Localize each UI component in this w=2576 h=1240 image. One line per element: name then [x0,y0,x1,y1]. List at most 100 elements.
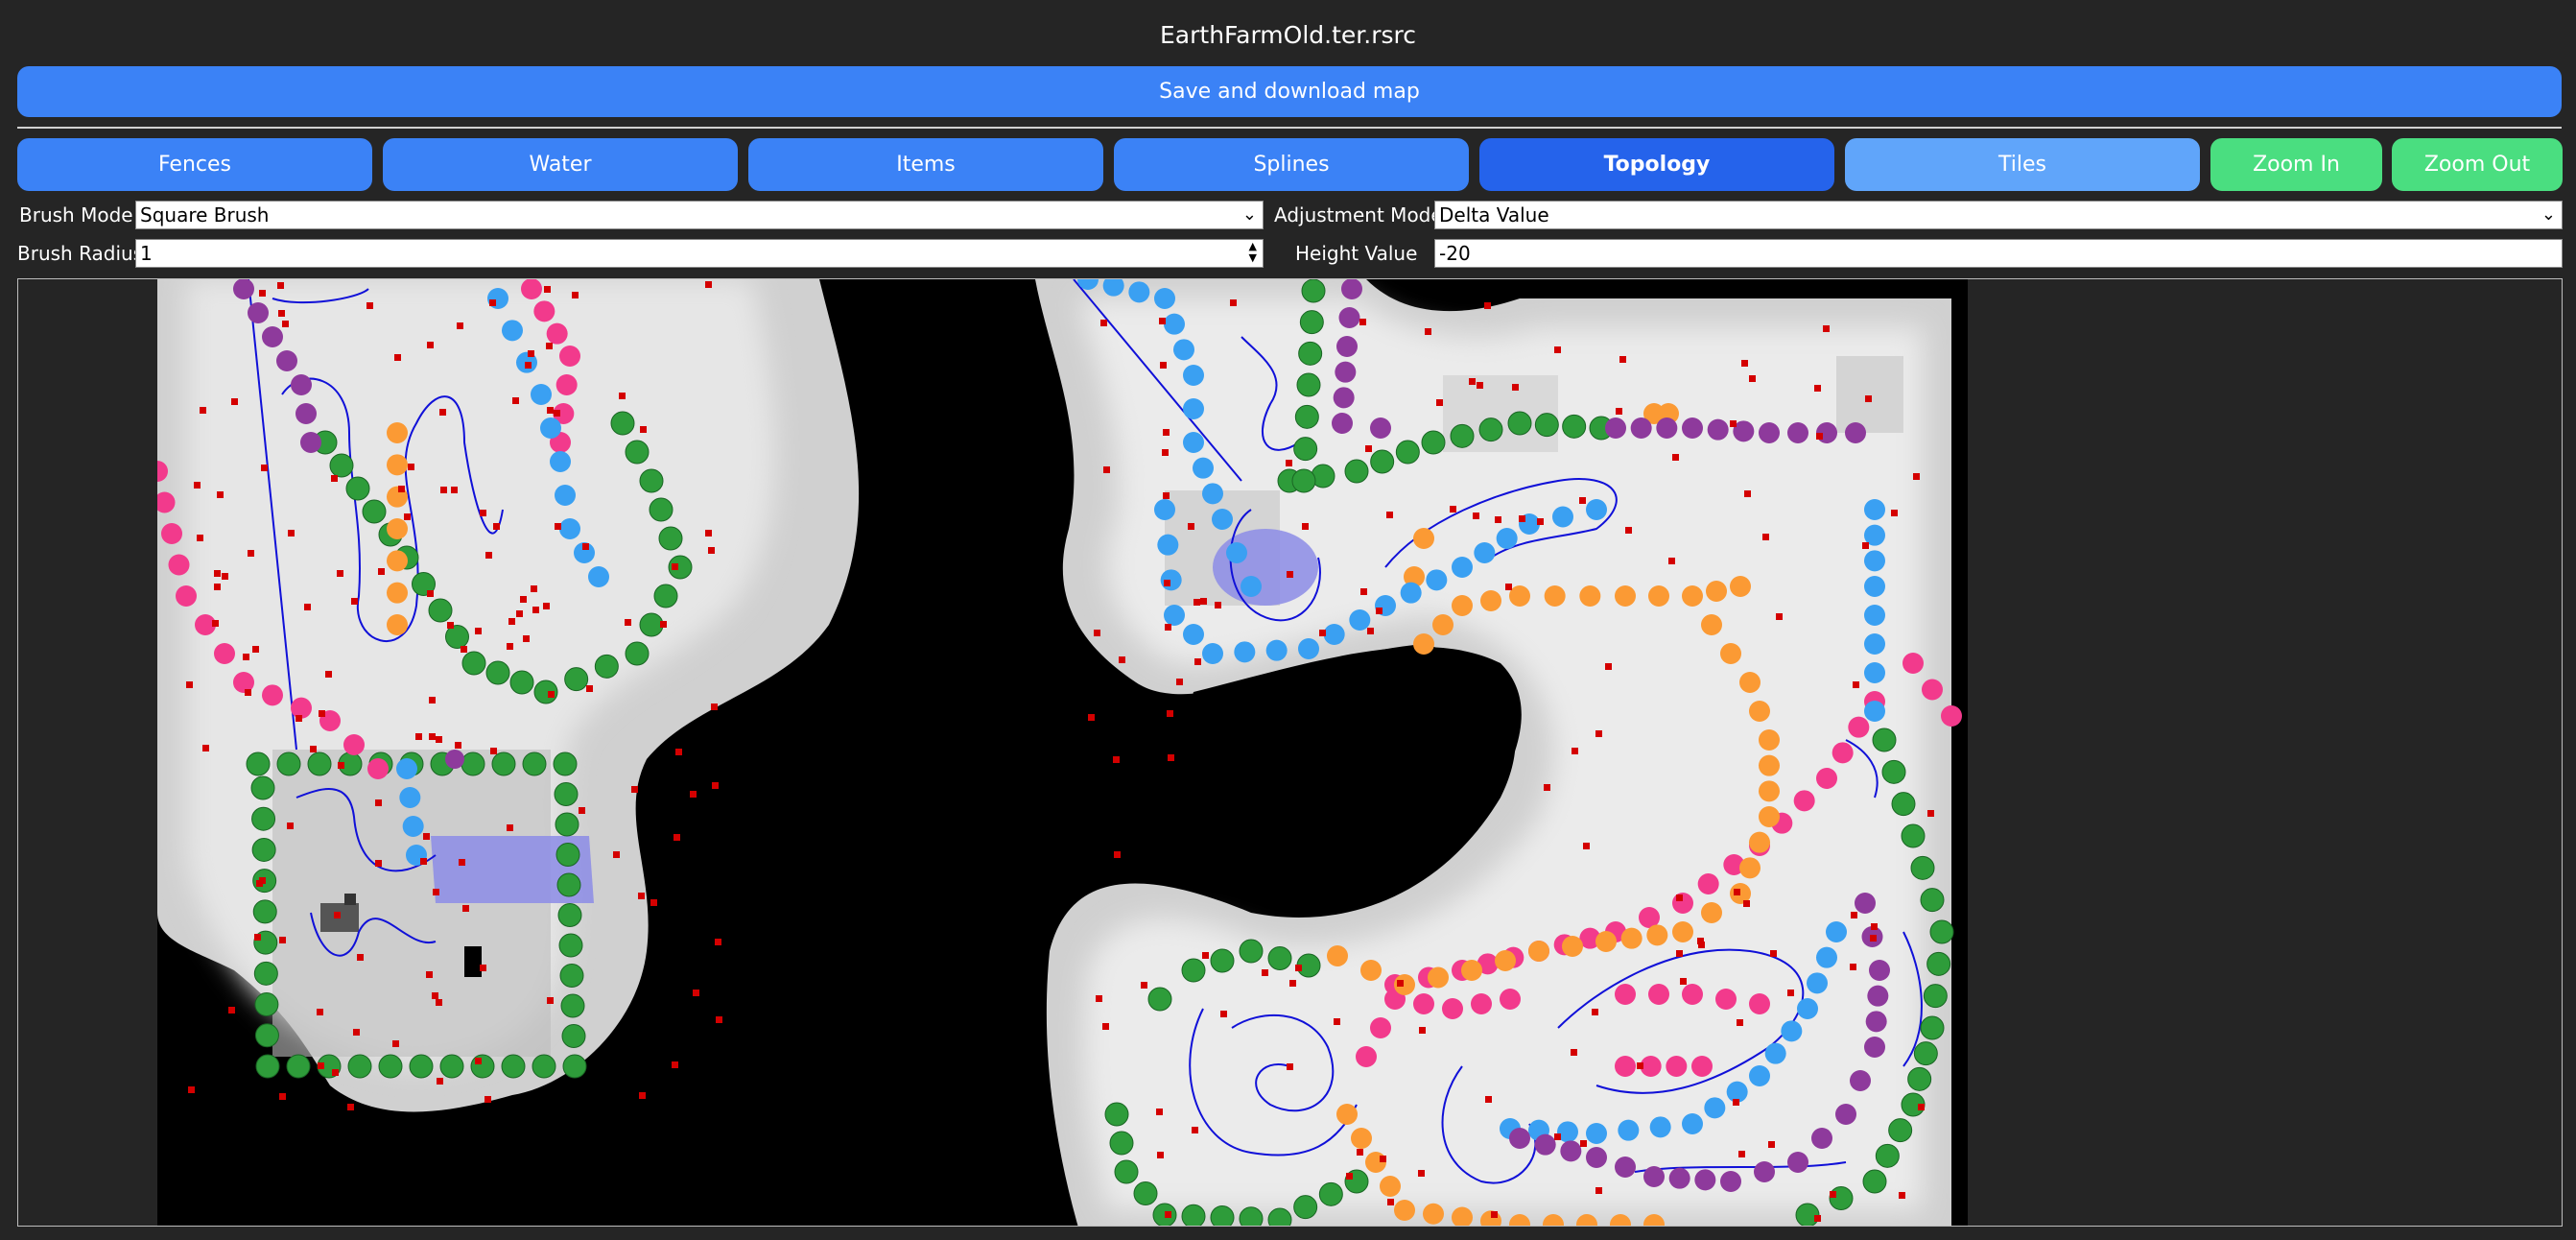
fence-post [252,899,277,924]
sky-node [1864,662,1885,683]
item-marker [475,1058,482,1064]
item-marker [1289,980,1296,987]
fence-post [1104,1102,1129,1127]
zoom-in-button[interactable]: Zoom In [2210,138,2382,191]
pink-node [176,585,197,607]
fence-post [653,584,678,608]
item-marker [1544,784,1550,791]
item-marker [638,893,645,899]
item-marker [1554,1133,1561,1140]
item-marker [543,603,550,609]
pink-node [533,300,555,322]
item-marker [660,621,667,628]
tab-topology[interactable]: Topology [1479,138,1834,191]
orange-node [1423,1203,1444,1225]
pink-node [367,758,389,779]
item-marker [1346,1173,1353,1180]
sky-node [555,485,576,506]
purple-node [1682,417,1703,439]
map-canvas[interactable] [17,278,2563,1227]
item-marker [1768,1141,1775,1148]
orange-node [1595,931,1617,952]
fence-post [1299,310,1324,335]
fence-post [1920,888,1945,913]
tab-splines[interactable]: Splines [1114,138,1469,191]
tab-water[interactable]: Water [383,138,738,191]
sky-node [1864,550,1885,572]
zoom-out-button[interactable]: Zoom Out [2392,138,2563,191]
item-marker [507,824,513,831]
pink-node [1816,768,1837,789]
purple-node [248,302,269,323]
sky-node [1797,998,1818,1019]
stepper-arrows-icon[interactable]: ▲ ▼ [1249,241,1257,264]
item-marker [459,859,465,866]
item-marker [480,510,486,516]
fence-post [1829,1186,1854,1210]
tab-items[interactable]: Items [748,138,1103,191]
save-download-button[interactable]: Save and download map [17,66,2562,117]
item-marker [1360,588,1367,595]
item-marker [433,889,439,895]
sky-node [1173,339,1194,361]
item-marker [1579,497,1586,504]
item-marker [1113,756,1120,763]
item-marker [1200,598,1207,605]
item-marker [675,749,682,755]
purple-node [1855,893,1876,914]
item-marker [619,393,626,399]
item-marker [586,685,593,692]
brush-radius-input[interactable]: 1 ▲ ▼ [135,239,1264,268]
fence-post [1929,919,1954,944]
item-marker [1672,454,1679,461]
orange-node [1544,585,1566,607]
orange-node [1701,902,1722,923]
fence-post [345,476,370,501]
purple-node [262,326,283,347]
purple-node [1864,1037,1885,1058]
item-marker [447,622,454,629]
item-marker [507,643,513,650]
terrain-map[interactable] [157,279,1968,1227]
item-marker [1814,1215,1821,1222]
tab-fences[interactable]: Fences [17,138,372,191]
item-marker [1387,1199,1394,1205]
purple-node [1338,307,1360,328]
height-value-label: Height Value [1295,242,1418,265]
item-marker [532,607,539,613]
item-marker [1419,1027,1426,1034]
item-marker [1220,1011,1227,1017]
fence-post [625,440,650,465]
brush-radius-label: Brush Radius [17,242,144,265]
orange-node [1413,633,1434,655]
purple-node [1534,1133,1556,1156]
pink-node [1697,873,1719,894]
sky-node [1704,1097,1726,1119]
pink-node [1615,1056,1636,1077]
fence-post [509,670,534,695]
orange-node [1646,924,1668,946]
sky-node [1586,1123,1607,1144]
fence-post [1881,759,1906,784]
item-marker [1580,1140,1587,1147]
brush-mode-select[interactable]: Square Brush ⌄ [135,201,1264,229]
pink-node [1442,998,1463,1019]
item-marker [197,535,203,541]
fence-post [625,641,650,666]
adjustment-mode-select[interactable]: Delta Value ⌄ [1434,201,2563,229]
fence-post [1862,1169,1887,1194]
fence-post [1907,1066,1932,1091]
fence-post [1507,411,1532,436]
purple-node [233,279,254,299]
item-marker [282,321,289,327]
item-marker [228,1007,235,1013]
fence-post [246,751,271,776]
tab-tiles[interactable]: Tiles [1845,138,2200,191]
item-marker [243,654,249,660]
item-marker [222,573,228,580]
item-marker [254,934,261,941]
height-value-input[interactable]: -20 [1434,239,2563,268]
item-marker [1668,558,1675,564]
purple-node [1630,417,1652,439]
chevron-down-icon: ⌄ [2541,204,2556,225]
